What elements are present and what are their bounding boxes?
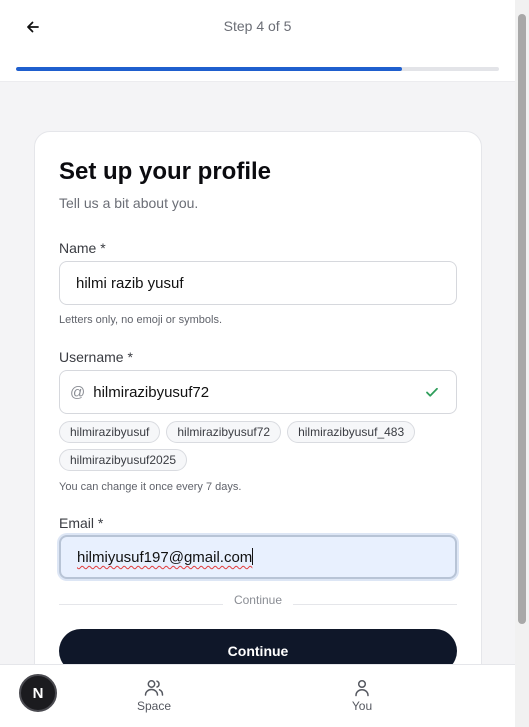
- progress-bar: [16, 67, 499, 71]
- nav-item-you[interactable]: You: [322, 679, 402, 713]
- bottom-nav: N Space You: [0, 664, 515, 727]
- page-subtitle: Tell us a bit about you.: [59, 195, 199, 211]
- nav-item-space[interactable]: Space: [114, 679, 194, 713]
- username-field[interactable]: @ hilmirazibyusuf72: [59, 370, 457, 414]
- name-hint: Letters only, no emoji or symbols.: [59, 314, 223, 326]
- username-label: Username *: [59, 349, 133, 365]
- name-value: hilmi razib yusuf: [76, 274, 184, 292]
- step-indicator: Step 4 of 5: [223, 18, 292, 34]
- text-caret: [252, 548, 254, 565]
- at-prefix: @: [70, 383, 86, 401]
- scrollbar[interactable]: [515, 0, 529, 727]
- check-icon: [424, 384, 440, 400]
- email-field[interactable]: hilmiyusuf197@gmail.com: [59, 535, 457, 579]
- page-title: Set up your profile: [59, 158, 272, 185]
- email-value-wrap: hilmiyusuf197@gmail.com: [77, 548, 439, 566]
- email-value: hilmiyusuf197@gmail.com: [77, 549, 253, 566]
- nav-label-space: Space: [136, 699, 172, 713]
- nav-label-you: You: [351, 699, 373, 713]
- suggestion-chip[interactable]: hilmirazibyusuf_483: [287, 421, 416, 443]
- scrollbar-thumb[interactable]: [518, 14, 526, 624]
- username-value: hilmirazibyusuf72: [93, 383, 210, 401]
- email-label: Email *: [59, 515, 104, 531]
- user-icon: [355, 679, 369, 697]
- username-suggestions: hilmirazibyusuf hilmirazibyusuf72 hilmir…: [59, 421, 459, 471]
- header: Step 4 of 5: [0, 0, 515, 82]
- suggestion-chip[interactable]: hilmirazibyusuf72: [166, 421, 282, 443]
- users-icon: [144, 680, 164, 696]
- progress-fill: [16, 67, 403, 71]
- profile-card: Set up your profile Tell us a bit about …: [34, 131, 482, 691]
- suggestion-chip[interactable]: hilmirazibyusuf: [59, 421, 161, 443]
- divider-label: Continue: [233, 593, 283, 607]
- name-field[interactable]: hilmi razib yusuf: [59, 261, 457, 305]
- name-label: Name *: [59, 240, 106, 256]
- app-root: Step 4 of 5 Set up your profile Tell us …: [0, 0, 529, 727]
- username-hint: You can change it once every 7 days.: [59, 481, 242, 493]
- suggestion-chip[interactable]: hilmirazibyusuf2025: [59, 449, 188, 471]
- avatar[interactable]: N: [19, 674, 57, 712]
